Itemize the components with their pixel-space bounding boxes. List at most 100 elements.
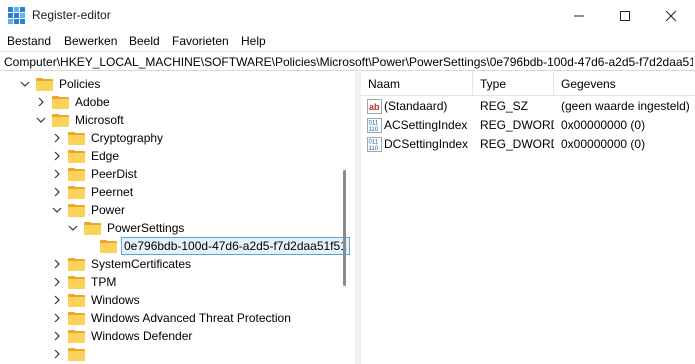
folder-icon: [68, 131, 85, 145]
tree-node-peernet[interactable]: Peernet: [52, 183, 135, 201]
folder-icon: [68, 149, 85, 163]
column-header-name[interactable]: Naam: [361, 72, 473, 96]
menu-beeld[interactable]: Beeld: [129, 34, 160, 48]
chevron-down-icon[interactable]: [52, 205, 62, 215]
title-bar: Register-editor: [0, 0, 695, 31]
tree-node-windows[interactable]: Windows: [52, 291, 142, 309]
list-row[interactable]: ab (Standaard) REG_SZ (geen waarde inges…: [361, 97, 695, 116]
tree-node-windows-atp[interactable]: Windows Advanced Threat Protection: [52, 309, 293, 327]
folder-icon: [68, 185, 85, 199]
tree-scrollbar-thumb[interactable]: [343, 170, 346, 286]
svg-text:110: 110: [369, 146, 379, 152]
chevron-down-icon[interactable]: [36, 115, 46, 125]
menu-favorieten[interactable]: Favorieten: [172, 34, 229, 48]
tree-node-policies[interactable]: Policies: [20, 75, 102, 93]
chevron-right-icon[interactable]: [52, 349, 62, 359]
chevron-right-icon[interactable]: [52, 259, 62, 269]
maximize-icon: [620, 10, 630, 21]
tree-node-label: Edge: [91, 149, 120, 163]
chevron-right-icon[interactable]: [52, 187, 62, 197]
folder-icon: [68, 293, 85, 307]
list-row[interactable]: 011 110 DCSettingIndex REG_DWORD 0x00000…: [361, 135, 695, 154]
svg-text:110: 110: [369, 127, 379, 133]
chevron-right-icon[interactable]: [52, 295, 62, 305]
chevron-right-icon[interactable]: [52, 169, 62, 179]
folder-icon: [68, 275, 85, 289]
value-data: 0x00000000 (0): [561, 137, 646, 151]
folder-icon: [52, 113, 69, 127]
maximize-button[interactable]: [602, 0, 648, 31]
tree-node-microsoft[interactable]: Microsoft: [36, 111, 126, 129]
close-button[interactable]: [648, 0, 694, 31]
menu-bewerken[interactable]: Bewerken: [64, 34, 117, 48]
svg-text:ab: ab: [369, 102, 380, 112]
folder-icon: [68, 311, 85, 325]
list-header: Naam Type Gegevens: [361, 72, 695, 96]
tree-node-label: Power: [91, 203, 126, 217]
value-name: DCSettingIndex: [384, 137, 469, 151]
value-data: (geen waarde ingesteld): [561, 99, 690, 113]
chevron-right-icon[interactable]: [52, 331, 62, 341]
column-header-type[interactable]: Type: [473, 72, 554, 96]
column-header-data[interactable]: Gegevens: [554, 72, 695, 96]
address-path[interactable]: Computer\HKEY_LOCAL_MACHINE\SOFTWARE\Pol…: [4, 55, 693, 69]
tree-node-label: TPM: [91, 275, 117, 289]
value-type: REG_DWORD: [480, 118, 554, 132]
tree-node-powersettings[interactable]: PowerSettings: [68, 219, 186, 237]
chevron-right-icon[interactable]: [52, 151, 62, 161]
key-tree[interactable]: Policies Adobe Microsoft Cryptography Ed…: [0, 72, 355, 364]
menu-bestand[interactable]: Bestand: [7, 34, 51, 48]
tree-node-adobe[interactable]: Adobe: [36, 93, 112, 111]
folder-icon: [68, 203, 85, 217]
chevron-right-icon[interactable]: [52, 277, 62, 287]
chevron-right-icon[interactable]: [36, 97, 46, 107]
tree-node-label: PowerSettings: [107, 221, 185, 235]
svg-text:011: 011: [369, 121, 379, 127]
tree-node-label: Adobe: [75, 95, 110, 109]
tree-node-tpm[interactable]: TPM: [52, 273, 118, 291]
tree-node-edge[interactable]: Edge: [52, 147, 121, 165]
chevron-down-icon[interactable]: [20, 79, 30, 89]
tree-node-label: Windows: [91, 293, 140, 307]
tree-node-label: Peernet: [91, 185, 134, 199]
tree-node-label: 0e796bdb-100d-47d6-a2d5-f7d2daa51f51: [121, 237, 350, 255]
folder-icon: [84, 221, 101, 235]
binary-value-icon: 011 110: [367, 118, 382, 133]
values-list[interactable]: Naam Type Gegevens ab (Standaard) REG_SZ…: [361, 72, 695, 364]
tree-node-cryptography[interactable]: Cryptography: [52, 129, 165, 147]
tree-node-label: Windows Defender: [91, 329, 193, 343]
tree-node-label: Windows Advanced Threat Protection: [91, 311, 291, 325]
svg-text:011: 011: [369, 140, 379, 146]
folder-icon: [100, 239, 117, 253]
address-bar[interactable]: Computer\HKEY_LOCAL_MACHINE\SOFTWARE\Pol…: [0, 51, 695, 71]
folder-icon: [68, 257, 85, 271]
value-type: REG_SZ: [480, 99, 529, 113]
tree-node-windows-defender[interactable]: Windows Defender: [52, 327, 194, 345]
value-name: ACSettingIndex: [384, 118, 468, 132]
chevron-right-icon[interactable]: [52, 313, 62, 323]
chevron-down-icon[interactable]: [68, 223, 78, 233]
tree-node-partial[interactable]: [52, 345, 89, 363]
tree-node-peerdist[interactable]: PeerDist: [52, 165, 139, 183]
list-row[interactable]: 011 110 ACSettingIndex REG_DWORD 0x00000…: [361, 116, 695, 135]
value-type: REG_DWORD: [480, 137, 554, 151]
tree-node-power[interactable]: Power: [52, 201, 127, 219]
menu-help[interactable]: Help: [241, 34, 266, 48]
close-icon: [665, 10, 677, 21]
string-value-icon: ab: [367, 99, 382, 114]
tree-node-label: Microsoft: [75, 113, 124, 127]
tree-node-label: PeerDist: [91, 167, 138, 181]
folder-icon: [52, 95, 69, 109]
folder-icon: [36, 77, 53, 91]
folder-icon: [68, 329, 85, 343]
tree-node-selected-guid[interactable]: 0e796bdb-100d-47d6-a2d5-f7d2daa51f51: [84, 237, 350, 255]
tree-node-label: Cryptography: [91, 131, 164, 145]
tree-node-systemcertificates[interactable]: SystemCertificates: [52, 255, 193, 273]
minimize-button[interactable]: [556, 0, 602, 31]
value-name: (Standaard): [384, 99, 448, 113]
chevron-right-icon[interactable]: [52, 133, 62, 143]
folder-icon: [68, 167, 85, 181]
tree-node-label: Policies: [59, 77, 101, 91]
value-data: 0x00000000 (0): [561, 118, 646, 132]
binary-value-icon: 011 110: [367, 137, 382, 152]
